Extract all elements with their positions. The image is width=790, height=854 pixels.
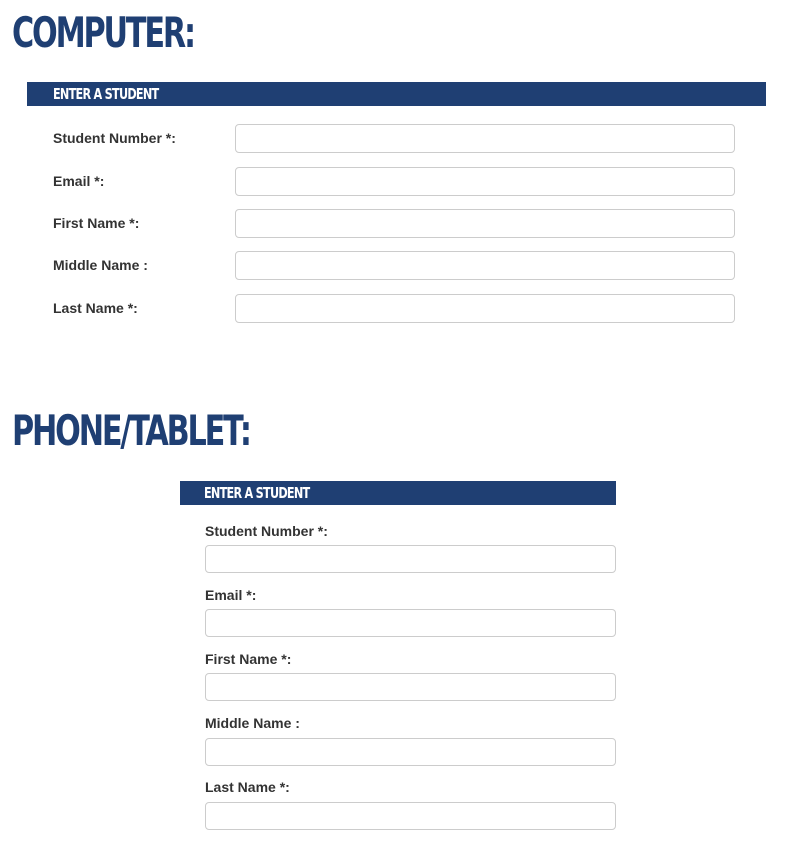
computer-email-input[interactable] xyxy=(235,167,735,196)
phone-last-name-label: Last Name *: xyxy=(205,779,290,795)
computer-first-name-label: First Name *: xyxy=(53,215,140,231)
phone-middle-name-label: Middle Name : xyxy=(205,715,300,731)
phone-student-number-label: Student Number *: xyxy=(205,523,328,539)
computer-student-number-label: Student Number *: xyxy=(53,130,176,146)
computer-middle-name-input[interactable] xyxy=(235,251,735,280)
computer-last-name-input[interactable] xyxy=(235,294,735,323)
phone-middle-name-input[interactable] xyxy=(205,738,616,766)
computer-first-name-input[interactable] xyxy=(235,209,735,238)
computer-last-name-label: Last Name *: xyxy=(53,300,138,316)
computer-heading: COMPUTER: xyxy=(12,8,196,57)
computer-panel-header: ENTER A STUDENT xyxy=(27,82,766,106)
phone-email-input[interactable] xyxy=(205,609,616,637)
phone-tablet-heading: PHONE/TABLET: xyxy=(12,406,252,455)
computer-student-number-input[interactable] xyxy=(235,124,735,153)
phone-email-label: Email *: xyxy=(205,587,257,603)
phone-tablet-panel-title: ENTER A STUDENT xyxy=(204,484,310,502)
phone-first-name-input[interactable] xyxy=(205,673,616,701)
phone-first-name-label: First Name *: xyxy=(205,651,292,667)
computer-middle-name-label: Middle Name : xyxy=(53,257,148,273)
computer-email-label: Email *: xyxy=(53,173,105,189)
phone-student-number-input[interactable] xyxy=(205,545,616,573)
computer-panel-title: ENTER A STUDENT xyxy=(53,85,159,103)
phone-last-name-input[interactable] xyxy=(205,802,616,830)
phone-tablet-panel-header: ENTER A STUDENT xyxy=(180,481,616,505)
